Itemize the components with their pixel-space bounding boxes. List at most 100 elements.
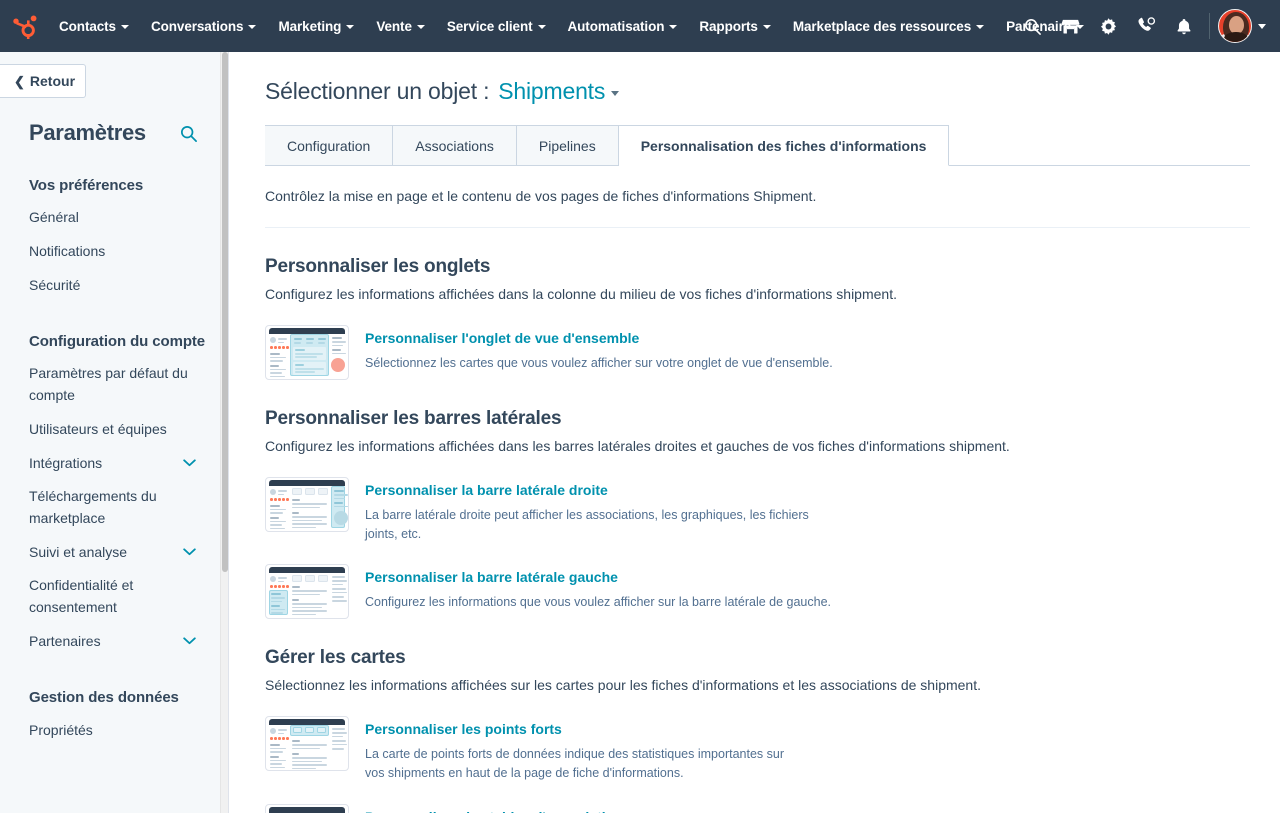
sidebar-item-label: Propriétés	[29, 721, 93, 738]
nav-utility-icons	[1013, 0, 1270, 52]
link-personnaliser-des-tables-dassociations[interactable]: Personnaliser des tables d'associations	[365, 808, 825, 813]
tab-configuration[interactable]: Configuration	[265, 125, 394, 166]
sidebar-item-label: Suivi et analyse	[29, 543, 128, 560]
sidebar-item-label: Intégrations	[29, 454, 103, 471]
sidebar-item-suivi-et-analyse[interactable]: Suivi et analyse	[29, 536, 210, 570]
nav-label: Rapports	[699, 18, 758, 34]
nav-item-marketplace-des-ressources[interactable]: Marketplace des ressources	[782, 0, 995, 52]
chevron-down-icon	[537, 25, 546, 29]
chevron-down-icon	[120, 25, 129, 29]
marketplace-storefront-icon[interactable]	[1051, 0, 1089, 52]
section-personnaliser-les-barres-laterales: Personnaliser les barres latérales Confi…	[265, 408, 1250, 620]
link-personnaliser-la-barre-laterale-gauche[interactable]: Personnaliser la barre latérale gauche	[365, 568, 831, 588]
sidebar-item-label: Utilisateurs et équipes	[29, 420, 167, 437]
card-description: La barre latérale droite peut afficher l…	[365, 507, 809, 541]
left-sidebar-highlight-thumbnail[interactable]	[265, 564, 349, 620]
nav-item-vente[interactable]: Vente	[365, 0, 436, 52]
gear-icon[interactable]	[1089, 0, 1127, 52]
nav-item-automatisation[interactable]: Automatisation	[557, 0, 689, 52]
notifications-bell-icon[interactable]	[1165, 0, 1203, 52]
sidebar-item-integrations[interactable]: Intégrations	[29, 447, 210, 481]
nav-label: Service client	[446, 18, 533, 34]
section-subtitle: Configurez les informations affichées da…	[265, 286, 897, 302]
link-personnaliser-les-points-forts[interactable]: Personnaliser les points forts	[365, 720, 790, 740]
section-title: Personnaliser les barres latérales	[265, 408, 562, 429]
association-table-highlight-thumbnail[interactable]	[265, 803, 349, 813]
highlights-top-highlight-thumbnail[interactable]	[265, 716, 349, 772]
nav-label: Marketplace des ressources	[792, 18, 972, 34]
sidebar-scrollbar-thumb[interactable]	[222, 52, 228, 572]
section-subtitle: Sélectionnez les informations affichées …	[265, 677, 981, 694]
tab-bar: Configuration Associations Pipelines Per…	[265, 125, 1250, 166]
sidebar-item-parametres-par-defaut-du-compte[interactable]: Paramètres par défaut du compte	[29, 357, 210, 412]
section-personnaliser-les-onglets: Personnaliser les onglets Configurez les…	[265, 256, 1250, 380]
account-menu[interactable]	[1218, 9, 1270, 43]
nav-item-conversations[interactable]: Conversations	[140, 0, 267, 52]
sidebar-item-label: Confidentialité et consentement	[29, 577, 134, 615]
chevron-down-icon	[611, 91, 620, 96]
main-menu: Contacts Conversations Marketing Vente S…	[48, 0, 1085, 52]
tab-personnalisation-des-fiches-dinformations[interactable]: Personnalisation des fiches d'informatio…	[618, 125, 950, 166]
nav-item-rapports[interactable]: Rapports	[688, 0, 781, 52]
tab-label: Configuration	[287, 137, 371, 154]
nav-item-marketing[interactable]: Marketing	[267, 0, 365, 52]
sidebar-item-label: Paramètres par défaut du compte	[29, 365, 188, 404]
sidebar-item-confidentialite-et-consentement[interactable]: Confidentialité et consentement	[29, 569, 210, 624]
back-button[interactable]: ❮ Retour	[0, 64, 86, 98]
hubspot-sprocket-logo[interactable]	[8, 9, 42, 43]
tab-associations[interactable]: Associations	[393, 125, 517, 166]
link-personnaliser-la-barre-laterale-droite[interactable]: Personnaliser la barre latérale droite	[365, 481, 820, 501]
chevron-down-icon	[248, 25, 257, 29]
list-item: Personnaliser les points forts La carte …	[265, 716, 1250, 783]
card-description: Configurez les informations que vous vou…	[365, 594, 832, 609]
link-personnaliser-longlet-de-vue-densemble[interactable]: Personnaliser l'onglet de vue d'ensemble	[365, 329, 833, 349]
tab-label: Pipelines	[538, 137, 596, 154]
chevron-down-icon[interactable]	[183, 459, 210, 467]
sidebar-item-notifications[interactable]: Notifications	[29, 235, 210, 269]
page-description: Contrôlez la mise en page et le contenu …	[265, 166, 1250, 228]
list-item: Personnaliser la barre latérale droite L…	[265, 477, 1250, 544]
chevron-down-icon	[762, 25, 771, 29]
selected-object-label: Shipments	[498, 78, 606, 104]
sidebar-item-telechargements-du-marketplace[interactable]: Téléchargements du marketplace	[29, 480, 210, 535]
sidebar-item-label: Notifications	[29, 242, 106, 259]
tab-pipelines[interactable]: Pipelines	[516, 125, 619, 166]
nav-label: Vente	[376, 18, 412, 34]
phone-call-icon[interactable]	[1127, 0, 1165, 52]
nav-label: Marketing	[278, 18, 342, 34]
right-sidebar-highlight-thumbnail[interactable]	[265, 477, 349, 532]
sidebar-group-title-account-setup: Configuration du compte	[29, 333, 206, 351]
sidebar-item-label: Téléchargements du marketplace	[29, 488, 157, 526]
main-content: Sélectionner un objet : Shipments Config…	[229, 52, 1280, 813]
chevron-down-icon	[669, 25, 678, 29]
back-button-label: Retour	[29, 73, 76, 89]
chevron-down-icon[interactable]	[183, 637, 210, 645]
object-selector-heading: Sélectionner un objet : Shipments	[265, 78, 1250, 105]
list-item: Personnaliser l'onglet de vue d'ensemble…	[265, 325, 1250, 380]
card-description: La carte de points forts de données indi…	[365, 746, 785, 781]
card-description: Sélectionnez les cartes que vous voulez …	[365, 355, 833, 370]
sidebar-item-label: Général	[29, 209, 79, 226]
section-title: Personnaliser les onglets	[265, 256, 491, 277]
sidebar-item-partenaires[interactable]: Partenaires	[29, 625, 210, 659]
object-selector-dropdown[interactable]: Shipments	[498, 78, 620, 105]
sidebar-item-utilisateurs-et-equipes[interactable]: Utilisateurs et équipes	[29, 413, 210, 447]
middle-column-highlight-thumbnail[interactable]	[265, 325, 349, 380]
nav-item-contacts[interactable]: Contacts	[48, 0, 140, 52]
sidebar-item-label: Partenaires	[29, 632, 101, 649]
sidebar-search-icon[interactable]	[179, 124, 198, 143]
list-item: Personnaliser la barre latérale gauche C…	[265, 564, 1250, 620]
tab-label: Associations	[415, 137, 494, 154]
sidebar-item-securite[interactable]: Sécurité	[29, 269, 210, 303]
sidebar-group-title-preferences: Vos préférences	[29, 177, 144, 194]
nav-item-service-client[interactable]: Service client	[436, 0, 557, 52]
user-avatar[interactable]	[1218, 9, 1252, 43]
chevron-down-icon[interactable]	[183, 548, 210, 556]
object-selector-prefix: Sélectionner un objet :	[265, 78, 490, 104]
search-icon[interactable]	[1013, 0, 1051, 52]
sidebar-item-general[interactable]: Général	[29, 201, 210, 235]
nav-divider	[1209, 13, 1210, 39]
sidebar-scrollbar[interactable]	[220, 52, 228, 813]
settings-sidebar: ❮ Retour Paramètres Vos préférences Géné…	[0, 52, 229, 813]
sidebar-item-proprietes[interactable]: Propriétés	[29, 714, 210, 748]
